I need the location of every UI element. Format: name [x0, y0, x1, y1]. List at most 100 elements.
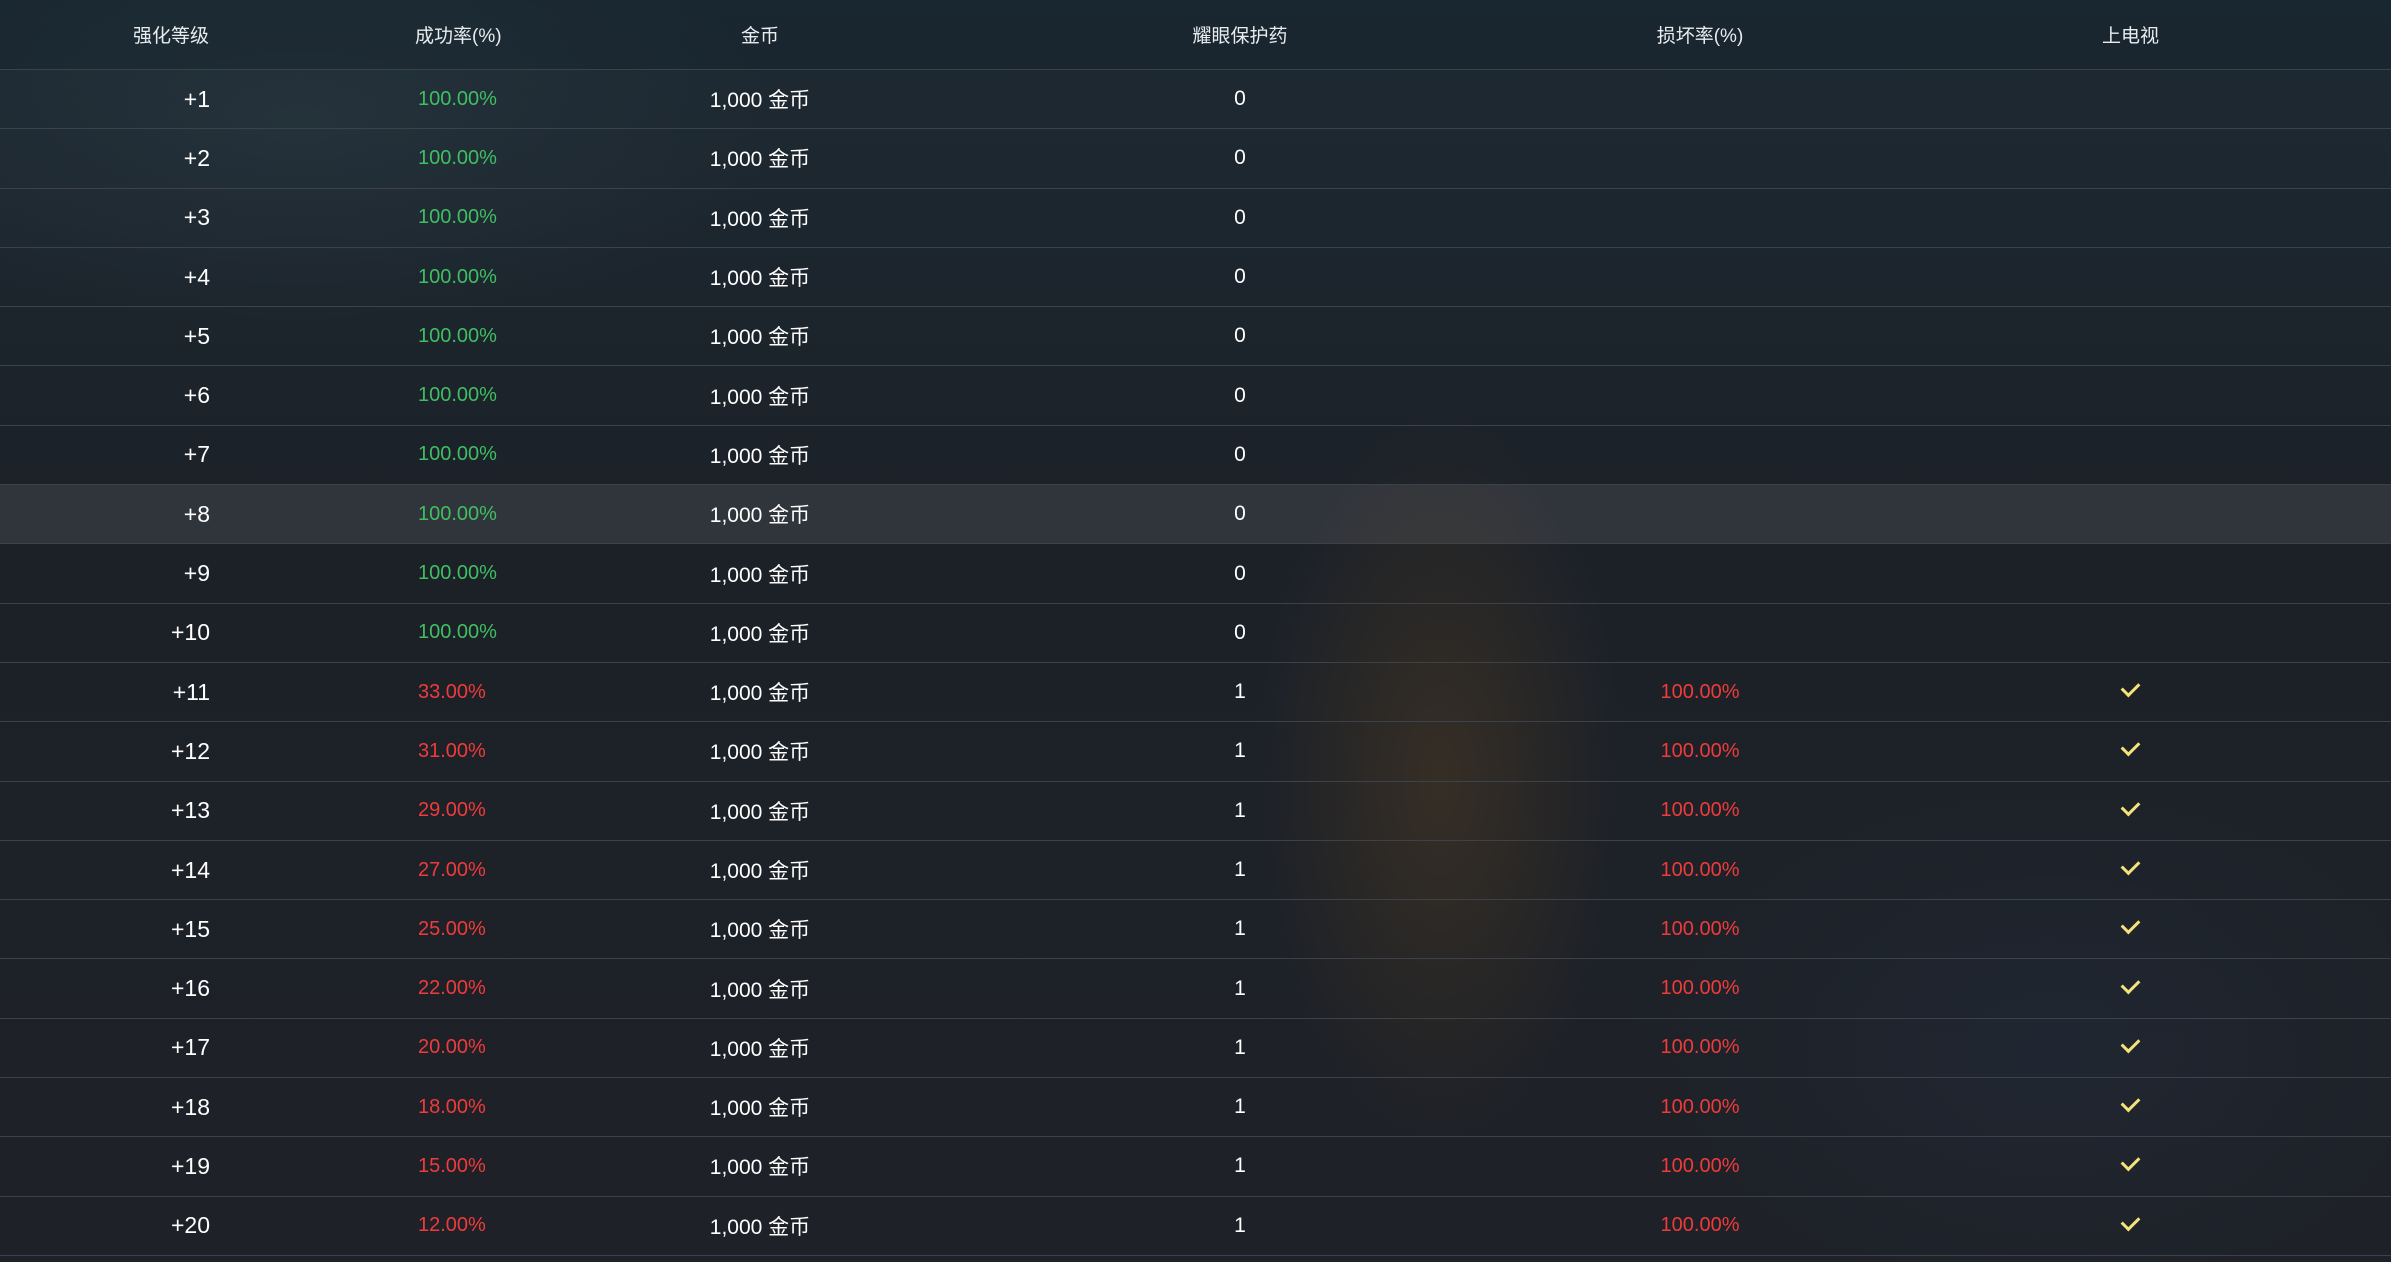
success-rate-cell: 100.00% [418, 265, 497, 288]
success-rate-cell: 100.00% [418, 621, 497, 644]
table-row[interactable]: +3 100.00% 1,000 金币 0 [0, 189, 2391, 248]
gold-cell: 1,000 金币 [709, 89, 811, 113]
table-row[interactable]: +7 100.00% 1,000 金币 0 [0, 426, 2391, 486]
break-rate-cell: 100.00% [1660, 917, 1740, 940]
table-row[interactable]: +14 27.00% 1,000 金币 1 100.00% [0, 841, 2391, 901]
tv-cell [1870, 855, 2391, 879]
gold-cell: 1,000 金币 [709, 741, 811, 765]
protection-cell: 1 [1234, 976, 1246, 1000]
level-cell: +10 [170, 619, 210, 646]
tv-cell [1870, 796, 2391, 820]
header-break-rate: 损坏率(%) [1656, 26, 1744, 47]
table-row[interactable]: +2 100.00% 1,000 金币 0 [0, 129, 2391, 189]
gold-cell: 1,000 金币 [709, 800, 811, 824]
table-row[interactable]: +10 100.00% 1,000 金币 0 [0, 604, 2391, 663]
level-cell: +6 [183, 382, 210, 409]
break-rate-cell: 100.00% [1660, 1214, 1740, 1237]
table-row[interactable]: +4 100.00% 1,000 金币 0 [0, 248, 2391, 308]
level-cell: +17 [170, 1034, 210, 1061]
tv-cell [1870, 1033, 2391, 1057]
header-success-rate: 成功率(%) [415, 26, 502, 47]
gold-cell: 1,000 金币 [709, 504, 811, 528]
table-row[interactable]: +12 31.00% 1,000 金币 1 100.00% [0, 722, 2391, 782]
success-rate-cell: 100.00% [418, 146, 497, 169]
success-rate-cell: 25.00% [418, 917, 486, 940]
header-gold: 金币 [740, 26, 779, 47]
level-cell: +20 [170, 1212, 210, 1239]
gold-cell: 1,000 金币 [709, 1156, 811, 1180]
protection-cell: 1 [1234, 739, 1246, 763]
success-rate-cell: 100.00% [418, 324, 497, 347]
check-icon [2120, 796, 2141, 817]
level-cell: +16 [170, 975, 210, 1002]
success-rate-cell: 31.00% [418, 739, 486, 762]
gold-cell: 1,000 金币 [709, 860, 811, 883]
tv-cell [1870, 1092, 2391, 1116]
check-icon [2120, 974, 2141, 994]
success-rate-cell: 100.00% [418, 443, 497, 466]
table-row[interactable]: +19 15.00% 1,000 金币 1 100.00% [0, 1137, 2391, 1197]
protection-cell: 1 [1234, 858, 1246, 881]
gold-cell: 1,000 金币 [709, 326, 811, 350]
table-row[interactable]: +13 29.00% 1,000 金币 1 100.00% [0, 782, 2391, 841]
tv-cell [1870, 737, 2391, 760]
gold-cell: 1,000 金币 [709, 148, 811, 172]
success-rate-cell: 29.00% [418, 799, 486, 822]
break-rate-cell: 100.00% [1660, 977, 1740, 1000]
header-protection-potion: 耀眼保护药 [1192, 26, 1288, 47]
level-cell: +15 [170, 915, 210, 942]
gold-cell: 1,000 金币 [709, 563, 811, 587]
check-icon [2120, 1152, 2141, 1172]
protection-cell: 1 [1234, 1035, 1246, 1059]
protection-cell: 0 [1234, 561, 1246, 585]
protection-cell: 1 [1234, 917, 1246, 941]
success-rate-cell: 22.00% [418, 977, 486, 1000]
break-rate-cell: 100.00% [1660, 858, 1740, 881]
break-rate-cell: 100.00% [1660, 739, 1740, 762]
table-row[interactable]: +18 18.00% 1,000 金币 1 100.00% [0, 1078, 2391, 1138]
level-cell: +18 [170, 1093, 210, 1120]
table-row[interactable]: +8 100.00% 1,000 金币 0 [0, 485, 2391, 545]
protection-cell: 1 [1234, 1095, 1246, 1119]
success-rate-cell: 100.00% [418, 562, 497, 585]
level-cell: +13 [170, 797, 210, 824]
table-row[interactable]: +20 12.00% 1,000 金币 1 100.00% [0, 1197, 2391, 1256]
protection-cell: 0 [1234, 146, 1246, 170]
break-rate-cell: 100.00% [1660, 1036, 1740, 1059]
success-rate-cell: 100.00% [418, 384, 497, 407]
break-rate-cell: 100.00% [1660, 1154, 1740, 1177]
protection-cell: 0 [1234, 620, 1246, 644]
protection-cell: 1 [1234, 798, 1246, 822]
gold-cell: 1,000 金币 [709, 978, 811, 1002]
table-row[interactable]: +1 100.00% 1,000 金币 0 [0, 70, 2391, 130]
check-icon [2120, 855, 2141, 876]
gold-cell: 1,000 金币 [709, 919, 811, 943]
level-cell: +2 [183, 144, 210, 171]
protection-cell: 1 [1234, 680, 1246, 704]
table-row[interactable]: +17 20.00% 1,000 金币 1 100.00% [0, 1019, 2391, 1079]
tv-cell [1870, 974, 2391, 998]
check-icon [2120, 1092, 2141, 1113]
header-tv: 上电视 [2101, 26, 2159, 47]
check-icon [2120, 1033, 2141, 1054]
table-row[interactable]: +11 33.00% 1,000 金币 1 100.00% [0, 663, 2391, 723]
success-rate-cell: 27.00% [418, 858, 486, 881]
table-row[interactable]: +5 100.00% 1,000 金币 0 [0, 307, 2391, 367]
level-cell: +19 [170, 1152, 210, 1179]
gold-cell: 1,000 金币 [709, 1215, 811, 1239]
protection-cell: 0 [1234, 442, 1246, 466]
protection-cell: 0 [1234, 383, 1246, 407]
table-row[interactable]: +6 100.00% 1,000 金币 0 [0, 366, 2391, 426]
table-body: +1 100.00% 1,000 金币 0 +2 100.00% 1,000 金币 0 +3 10… [0, 70, 2391, 1256]
check-icon [2120, 737, 2141, 757]
protection-cell: 0 [1234, 205, 1246, 229]
table-row[interactable]: +16 22.00% 1,000 金币 1 100.00% [0, 959, 2391, 1019]
gold-cell: 1,000 金币 [709, 385, 811, 409]
table-row[interactable]: +15 25.00% 1,000 金币 1 100.00% [0, 900, 2391, 960]
break-rate-cell: 100.00% [1660, 680, 1740, 703]
check-icon [2120, 914, 2141, 935]
level-cell: +5 [183, 322, 210, 349]
level-cell: +3 [183, 204, 210, 231]
protection-cell: 0 [1234, 324, 1246, 348]
table-row[interactable]: +9 100.00% 1,000 金币 0 [0, 544, 2391, 604]
